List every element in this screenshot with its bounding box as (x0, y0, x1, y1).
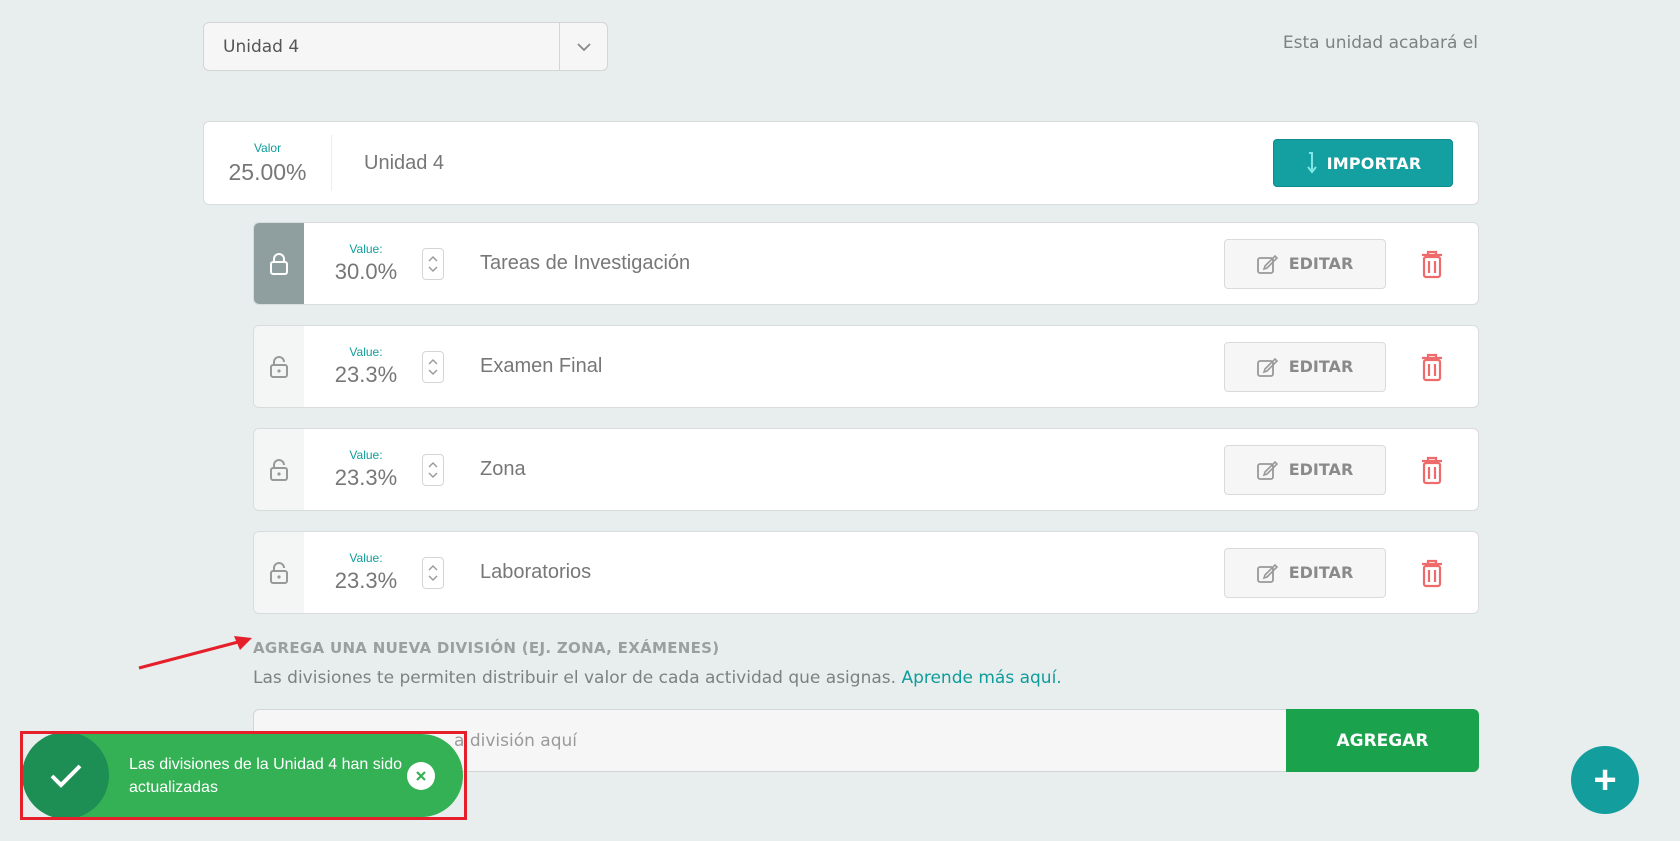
division-row: Value: 23.3% Laboratorios EDITAR (253, 531, 1479, 614)
trash-icon[interactable] (1386, 352, 1478, 382)
unit-valor: Valor 25.00% (204, 135, 332, 191)
lock-icon[interactable] (254, 223, 304, 304)
division-name: Examen Final (480, 355, 603, 377)
chevron-down-icon[interactable] (559, 23, 607, 70)
unlock-icon[interactable] (254, 532, 304, 613)
trash-icon[interactable] (1386, 455, 1478, 485)
value-stepper[interactable] (422, 350, 444, 383)
division-value-label: Value: (349, 551, 383, 565)
unit-valor-value: 25.00% (228, 158, 307, 185)
division-name: Laboratorios (480, 561, 592, 583)
edit-icon (1256, 357, 1278, 377)
division-value-number: 23.3% (334, 465, 398, 490)
add-division-desc-text: Las divisiones te permiten distribuir el… (253, 668, 897, 688)
unlock-icon[interactable] (254, 429, 304, 510)
trash-icon[interactable] (1386, 558, 1478, 588)
annotation-highlight-box (20, 731, 467, 820)
edit-button[interactable]: EDITAR (1224, 444, 1386, 495)
edit-label: EDITAR (1288, 563, 1354, 582)
division-value: Value: 23.3% (304, 551, 414, 594)
edit-icon (1256, 460, 1278, 480)
add-division-description: Las divisiones te permiten distribuir el… (253, 668, 1062, 688)
plus-icon: + (1593, 757, 1617, 802)
unit-name: Unidad 4 (364, 151, 445, 174)
value-stepper[interactable] (422, 556, 444, 589)
edit-label: EDITAR (1288, 254, 1354, 273)
unit-card: Valor 25.00% Unidad 4 IMPORTAR (203, 121, 1479, 205)
division-value: Value: 30.0% (304, 242, 414, 285)
unit-end-text: Esta unidad acabará el (1282, 33, 1478, 53)
division-value-number: 23.3% (334, 568, 398, 593)
division-value: Value: 23.3% (304, 345, 414, 388)
trash-icon[interactable] (1386, 249, 1478, 279)
division-name: Zona (480, 458, 526, 480)
unit-select[interactable]: Unidad 4 (203, 22, 608, 71)
division-value-label: Value: (349, 345, 383, 359)
annotation-arrow (138, 636, 252, 670)
edit-button[interactable]: EDITAR (1224, 238, 1386, 289)
division-value-label: Value: (349, 242, 383, 256)
edit-button[interactable]: EDITAR (1224, 341, 1386, 392)
import-button[interactable]: IMPORTAR (1273, 139, 1453, 187)
division-value: Value: 23.3% (304, 448, 414, 491)
value-stepper[interactable] (422, 453, 444, 486)
import-icon (1306, 152, 1317, 174)
add-button[interactable]: AGREGAR (1286, 709, 1479, 772)
division-value-label: Value: (349, 448, 383, 462)
add-fab-button[interactable]: + (1571, 746, 1639, 814)
division-value-number: 30.0% (334, 259, 398, 284)
add-division-title: AGREGA UNA NUEVA DIVISIÓN (EJ. ZONA, EXÁ… (253, 639, 720, 657)
division-name: Tareas de Investigación (480, 252, 691, 274)
learn-more-link[interactable]: Aprende más aquí. (901, 668, 1061, 688)
division-row: Value: 23.3% Examen Final EDITAR (253, 325, 1479, 408)
edit-button[interactable]: EDITAR (1224, 547, 1386, 598)
division-row: Value: 23.3% Zona EDITAR (253, 428, 1479, 511)
unit-valor-label: Valor (253, 140, 282, 155)
division-row: Value: 30.0% Tareas de Investigación EDI… (253, 222, 1479, 305)
unlock-icon[interactable] (254, 326, 304, 407)
edit-icon (1256, 563, 1278, 583)
edit-label: EDITAR (1288, 460, 1354, 479)
unit-select-value: Unidad 4 (223, 36, 300, 57)
division-value-number: 23.3% (334, 362, 398, 387)
edit-icon (1256, 254, 1278, 274)
edit-label: EDITAR (1288, 357, 1354, 376)
value-stepper[interactable] (422, 247, 444, 280)
import-label: IMPORTAR (1326, 153, 1422, 173)
